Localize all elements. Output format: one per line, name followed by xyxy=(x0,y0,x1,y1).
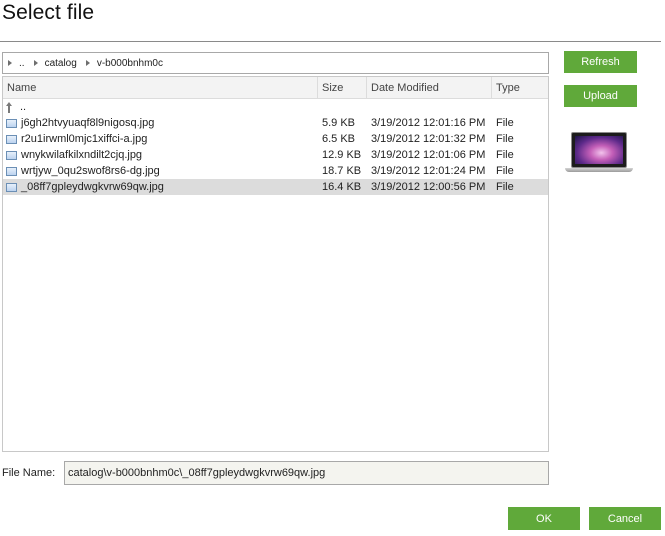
file-list[interactable]: Name Size Date Modified Type .. j6gh2htv… xyxy=(2,76,549,452)
file-size: 18.7 KB xyxy=(322,165,362,177)
breadcrumb: .. catalog v-b000bnhm0c xyxy=(2,52,549,74)
file-type: File xyxy=(496,117,514,129)
refresh-button[interactable]: Refresh xyxy=(564,51,637,73)
file-date: 3/19/2012 12:01:32 PM xyxy=(371,133,486,145)
column-header-name[interactable]: Name xyxy=(3,77,318,98)
breadcrumb-item-catalog[interactable]: catalog xyxy=(45,58,77,69)
column-header-type[interactable]: Type xyxy=(492,77,548,98)
file-size: 12.9 KB xyxy=(322,149,362,161)
title-divider xyxy=(0,41,661,42)
table-row[interactable]: wnykwilafkilxndilt2cjq.jpg 12.9 KB 3/19/… xyxy=(3,147,548,163)
cancel-button[interactable]: Cancel xyxy=(589,507,661,530)
file-type: File xyxy=(496,165,514,177)
column-header-size[interactable]: Size xyxy=(318,77,367,98)
file-date: 3/19/2012 12:00:56 PM xyxy=(371,181,486,193)
file-type: File xyxy=(496,149,514,161)
file-name: wnykwilafkilxndilt2cjq.jpg xyxy=(21,149,143,161)
dialog-title: Select file xyxy=(2,1,95,24)
file-name: r2u1irwml0mjc1xiffci-a.jpg xyxy=(21,133,148,145)
table-row-selected[interactable]: _08ff7gpleydwgkvrw69qw.jpg 16.4 KB 3/19/… xyxy=(3,179,548,195)
file-size: 5.9 KB xyxy=(322,117,356,129)
parent-folder-row[interactable]: .. xyxy=(3,99,548,115)
column-header-date[interactable]: Date Modified xyxy=(367,77,492,98)
breadcrumb-item-up[interactable]: .. xyxy=(19,58,25,69)
file-name-label: File Name: xyxy=(2,467,56,479)
table-row[interactable]: r2u1irwml0mjc1xiffci-a.jpg 6.5 KB 3/19/2… xyxy=(3,131,548,147)
breadcrumb-item-current[interactable]: v-b000bnhm0c xyxy=(97,58,163,69)
list-header: Name Size Date Modified Type xyxy=(3,77,548,99)
file-date: 3/19/2012 12:01:06 PM xyxy=(371,149,486,161)
breadcrumb-arrow-icon xyxy=(33,60,38,66)
file-size: 16.4 KB xyxy=(322,181,362,193)
file-name: j6gh2htvyuaqf8l9nigosq.jpg xyxy=(21,117,155,129)
table-row[interactable]: j6gh2htvyuaqf8l9nigosq.jpg 5.9 KB 3/19/2… xyxy=(3,115,548,131)
file-name-field[interactable]: catalog\v-b000bnhm0c\_08ff7gpleydwgkvrw6… xyxy=(64,461,549,485)
image-file-icon xyxy=(6,118,17,128)
image-file-icon xyxy=(6,150,17,160)
file-type: File xyxy=(496,181,514,193)
image-preview xyxy=(562,124,638,179)
laptop-preview-icon xyxy=(571,132,627,168)
up-arrow-icon xyxy=(6,101,15,113)
breadcrumb-arrow-icon xyxy=(8,60,12,66)
file-name: wrtjyw_0qu2swof8rs6-dg.jpg xyxy=(21,165,160,177)
upload-button[interactable]: Upload xyxy=(564,85,637,107)
image-file-icon xyxy=(6,182,17,192)
parent-folder-label: .. xyxy=(20,101,27,113)
image-file-icon xyxy=(6,166,17,176)
table-row[interactable]: wrtjyw_0qu2swof8rs6-dg.jpg 18.7 KB 3/19/… xyxy=(3,163,548,179)
file-type: File xyxy=(496,133,514,145)
file-size: 6.5 KB xyxy=(322,133,356,145)
image-file-icon xyxy=(6,134,17,144)
file-name: _08ff7gpleydwgkvrw69qw.jpg xyxy=(21,181,164,193)
file-date: 3/19/2012 12:01:24 PM xyxy=(371,165,486,177)
breadcrumb-arrow-icon xyxy=(85,60,90,66)
ok-button[interactable]: OK xyxy=(508,507,580,530)
file-date: 3/19/2012 12:01:16 PM xyxy=(371,117,486,129)
